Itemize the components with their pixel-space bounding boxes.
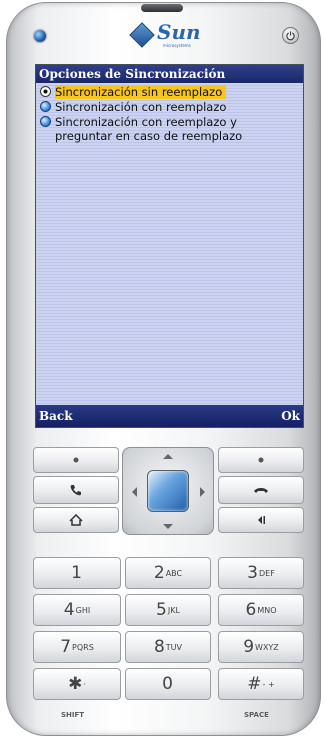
- softkey-back[interactable]: Back: [39, 409, 73, 423]
- key-6[interactable]: 6 MNO: [218, 594, 304, 626]
- space-label: SPACE: [244, 711, 269, 719]
- shift-label: SHIFT: [61, 711, 85, 719]
- option-label: Sincronización con reemplazo: [55, 100, 227, 114]
- key-digit: 7: [60, 637, 72, 657]
- end-call-icon: [254, 488, 268, 493]
- dpad-up-icon[interactable]: [163, 454, 173, 459]
- dpad-left-icon[interactable]: [132, 487, 137, 497]
- clear-button[interactable]: [218, 507, 304, 533]
- softkey-ok[interactable]: Ok: [281, 409, 300, 423]
- key-8[interactable]: 8 TUV: [125, 631, 211, 663]
- key-letters: ·: [83, 679, 86, 689]
- dpad-right-icon[interactable]: [200, 487, 205, 497]
- key-digit: 0: [162, 674, 173, 694]
- dot-icon: [73, 457, 79, 463]
- key-digit: ✱: [68, 674, 83, 694]
- key-digit: 9: [243, 637, 255, 657]
- softkey-bar: Back Ok: [36, 405, 303, 427]
- key-letters: - +: [262, 679, 275, 689]
- key-letters: MNO: [257, 605, 277, 615]
- key-digit: 1: [71, 563, 82, 583]
- key-10[interactable]: ✱ ·: [33, 668, 121, 700]
- phone-call-icon: [70, 485, 81, 496]
- dpad-down-icon[interactable]: [163, 524, 173, 529]
- home-icon: [69, 514, 83, 526]
- key-3[interactable]: 3 DEF: [218, 557, 304, 589]
- key-11[interactable]: 0: [125, 668, 211, 700]
- key-letters: DEF: [259, 568, 275, 578]
- key-4[interactable]: 4 GHI: [33, 594, 121, 626]
- key-digit: 3: [247, 563, 258, 583]
- key-digit: 5: [156, 600, 167, 620]
- key-letters: JKL: [167, 605, 180, 615]
- option-label: Sincronización sin reemplazo: [55, 85, 227, 99]
- power-icon: [286, 31, 295, 41]
- key-digit: 6: [245, 600, 257, 620]
- key-1[interactable]: 1: [33, 557, 121, 589]
- sun-diamond-icon: [129, 22, 155, 48]
- key-letters: WXYZ: [255, 642, 279, 652]
- key-digit: 4: [63, 600, 75, 620]
- screen-title: Opciones de Sincronización: [36, 65, 303, 83]
- key-letters: PQRS: [72, 642, 94, 652]
- home-button[interactable]: [33, 507, 119, 533]
- option-con-reemplazo-preguntar[interactable]: Sincronización con reemplazo y preguntar…: [38, 115, 278, 143]
- key-9[interactable]: 9 WXYZ: [218, 631, 304, 663]
- key-digit: #: [247, 674, 262, 694]
- option-con-reemplazo[interactable]: Sincronización con reemplazo: [38, 100, 300, 114]
- brand-subtitle: microsystems: [163, 43, 191, 48]
- key-letters: ABC: [165, 568, 183, 578]
- navigation-dpad[interactable]: [122, 447, 214, 535]
- radio-unselected-icon: [40, 101, 51, 112]
- brand-logo: Sun microsystems: [127, 20, 207, 50]
- clear-icon: [258, 516, 265, 524]
- power-button[interactable]: [282, 27, 299, 44]
- status-led: [34, 30, 46, 42]
- option-label: Sincronización con reemplazo y preguntar…: [55, 115, 243, 143]
- radio-selected-icon: [40, 86, 51, 97]
- right-softkey[interactable]: [218, 447, 304, 473]
- brand-name: Sun: [157, 20, 201, 44]
- dot-icon: [258, 457, 264, 463]
- dpad-select-button[interactable]: [147, 470, 189, 512]
- key-2[interactable]: 2 ABC: [125, 557, 211, 589]
- key-letters: GHI: [75, 605, 91, 615]
- key-digit: 2: [153, 563, 165, 583]
- options-list: Sincronización sin reemplazo Sincronizac…: [36, 83, 303, 405]
- key-digit: 8: [153, 637, 165, 657]
- key-5[interactable]: 5 JKL: [125, 594, 211, 626]
- key-12[interactable]: # - +: [218, 668, 304, 700]
- speaker-notch: [141, 4, 183, 12]
- option-sin-reemplazo[interactable]: Sincronización sin reemplazo: [38, 85, 300, 99]
- call-button[interactable]: [33, 476, 119, 504]
- radio-unselected-icon: [40, 116, 51, 127]
- end-call-button[interactable]: [218, 476, 304, 504]
- key-7[interactable]: 7 PQRS: [33, 631, 121, 663]
- left-softkey[interactable]: [33, 447, 119, 473]
- key-letters: TUV: [165, 642, 183, 652]
- phone-screen: Opciones de Sincronización Sincronizació…: [35, 64, 304, 428]
